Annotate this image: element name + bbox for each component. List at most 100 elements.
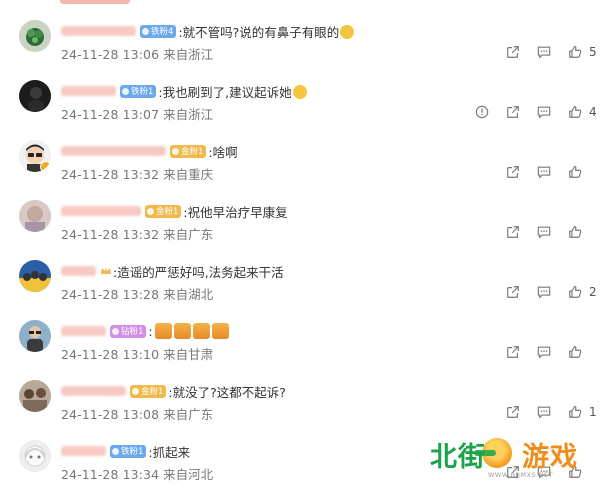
comment-location: 来自浙江 [163,47,214,62]
sticker-emoji-icon [211,323,229,339]
username-blurred[interactable] [61,206,141,216]
like-count: 2 [589,285,597,299]
laugh-emoji-icon [292,85,307,99]
comment-location: 来自甘肃 [163,347,214,362]
comment-icon[interactable] [536,344,552,360]
like-icon[interactable] [567,104,583,120]
fan-badge-icon [122,87,129,95]
username-blurred[interactable] [61,26,136,36]
comment-icon[interactable] [536,164,552,180]
fan-badge-icon [112,327,119,335]
username-blurred[interactable] [61,326,106,336]
report-icon[interactable] [474,104,490,120]
comment-location: 来自湖北 [163,287,214,302]
comment-item: 铁粉1:我也刷到了,建议起诉她 24-11-28 13:07 来自浙江 4 [0,80,600,140]
forward-icon[interactable] [505,224,521,240]
avatar[interactable] [19,140,51,172]
like-icon[interactable] [567,44,583,60]
comment-location: 来自广东 [163,407,214,422]
fan-badge: 钻粉1 [110,324,147,338]
comment-timestamp: 24-11-28 13:07 [61,107,160,122]
comment-timestamp: 24-11-28 13:32 [61,167,160,182]
avatar[interactable] [19,20,51,52]
username-blurred[interactable] [61,86,116,96]
comment-actions: 5 [505,44,597,60]
like-count: 5 [589,45,597,59]
fan-badge: 铁粉1 [110,444,147,458]
comment-timestamp: 24-11-28 13:10 [61,347,160,362]
crown-badge-icon [100,265,112,277]
like-count: 1 [589,405,597,419]
like-icon[interactable] [567,404,583,420]
like-icon[interactable] [567,284,583,300]
sticker-emoji-icon [173,323,191,339]
comment-text: :就不管吗?说的有鼻子有眼的 [178,24,340,40]
comment-item: 金粉1:就没了?这都不起诉? 24-11-28 13:08 来自广东 1 [0,380,600,440]
comment-text: :就没了?这都不起诉? [168,384,286,400]
site-watermark: 北街 游戏 WWW.BJJMXS.NET [430,435,590,485]
fan-badge-icon [142,27,149,35]
avatar[interactable] [19,380,51,412]
forward-icon[interactable] [505,344,521,360]
like-icon[interactable] [567,164,583,180]
comment-location: 来自重庆 [163,167,214,182]
comment-timestamp: 24-11-28 13:28 [61,287,160,302]
comment-icon[interactable] [536,284,552,300]
fan-badge-icon [172,147,179,155]
sticker-emoji-icon [192,323,210,339]
like-icon[interactable] [567,224,583,240]
sticker-emoji-icon [154,323,172,339]
forward-icon[interactable] [505,164,521,180]
comment-timestamp: 24-11-28 13:06 [61,47,160,62]
fan-badge: 铁粉1 [120,84,157,98]
comment-timestamp: 24-11-28 13:34 [61,467,160,482]
avatar[interactable] [19,440,51,472]
comment-timestamp: 24-11-28 13:08 [61,407,160,422]
avatar[interactable] [19,200,51,232]
username-blurred[interactable] [61,266,96,276]
avatar[interactable] [19,80,51,112]
comment-icon[interactable] [536,224,552,240]
comment-location: 来自广东 [163,227,214,242]
forward-icon[interactable] [505,44,521,60]
fan-badge-icon [132,387,139,395]
verified-badge-icon [40,161,51,172]
comment-text: :祝他早治疗早康复 [183,204,288,220]
fan-badge-icon [147,207,154,215]
forward-icon[interactable] [505,284,521,300]
comment-icon[interactable] [536,44,552,60]
username-blurred[interactable] [61,146,166,156]
fan-badge: 金粉1 [130,384,167,398]
avatar[interactable] [19,260,51,292]
comment-timestamp: 24-11-28 13:32 [61,227,160,242]
comment-text: : [148,323,153,339]
comment-actions: 2 [505,284,597,300]
forward-icon[interactable] [505,104,521,120]
fan-badge: 金粉1 [170,144,207,158]
username-blurred[interactable] [61,446,106,456]
comment-text: :我也刷到了,建议起诉她 [158,84,292,100]
comment-icon[interactable] [536,404,552,420]
comment-icon[interactable] [536,104,552,120]
fan-badge: 铁粉4 [140,24,177,38]
comment-actions: 1 [505,404,597,420]
top-highlight-strip [60,0,130,4]
laugh-emoji-icon [340,25,355,39]
fan-badge-icon [112,447,119,455]
comment-text: :啥啊 [208,144,238,160]
comment-text: :造谣的严惩好吗,法务起来干活 [113,264,284,280]
comment-text: :抓起来 [148,444,191,460]
fan-badge: 金粉1 [145,204,182,218]
comment-location: 来自河北 [163,467,214,482]
comment-item: 钻粉1: 24-11-28 13:10 来自甘肃 [0,320,600,380]
comment-actions [505,164,589,180]
forward-icon[interactable] [505,404,521,420]
comment-actions: 4 [474,104,597,120]
username-blurred[interactable] [61,386,126,396]
comment-item: :造谣的严惩好吗,法务起来干活 24-11-28 13:28 来自湖北 2 [0,260,600,320]
comment-actions [505,224,589,240]
avatar[interactable] [19,320,51,352]
like-count: 4 [589,105,597,119]
like-icon[interactable] [567,344,583,360]
comment-item: 金粉1:祝他早治疗早康复 24-11-28 13:32 来自广东 [0,200,600,260]
